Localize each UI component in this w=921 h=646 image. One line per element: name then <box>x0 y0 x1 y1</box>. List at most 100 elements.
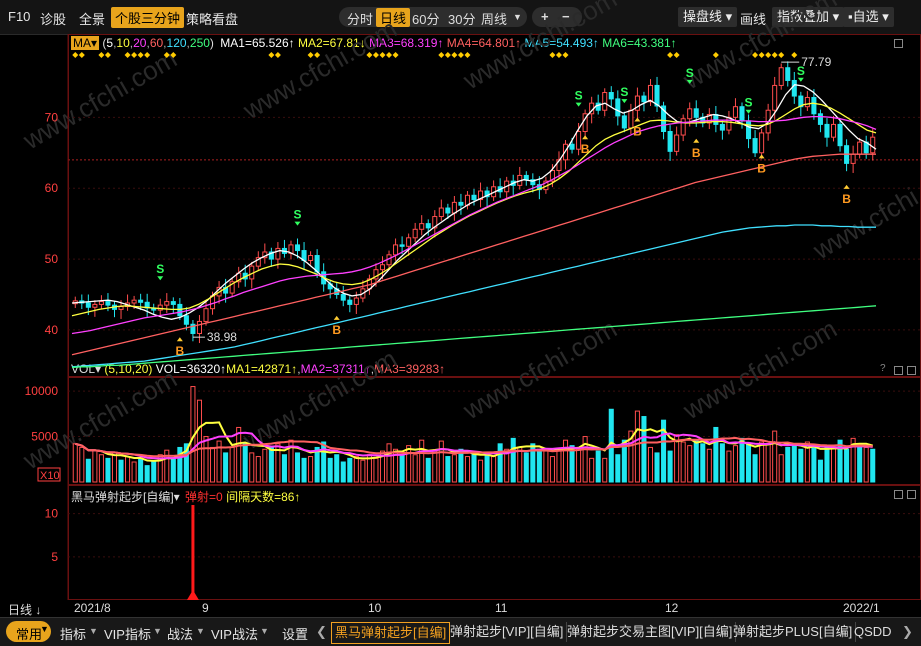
candle-body <box>471 194 477 201</box>
volume-bar <box>144 465 150 483</box>
candle-body <box>654 84 660 107</box>
volume-bar <box>92 449 98 483</box>
sell-arrow-icon <box>157 276 164 281</box>
candle-body <box>693 108 699 118</box>
volume-bar <box>321 441 327 483</box>
signal-diamond <box>274 52 281 58</box>
candle-body <box>294 244 301 252</box>
volume-bar <box>713 426 719 483</box>
candle-body <box>138 299 144 303</box>
date-tick: 2021/8 <box>74 601 111 615</box>
volume-bar <box>719 443 725 483</box>
indicator-menu[interactable]: 指标 <box>60 624 86 643</box>
candle-body <box>674 134 680 152</box>
volume-bar <box>419 439 425 483</box>
volume-bar <box>432 450 438 483</box>
volume-bar <box>406 445 412 483</box>
volume-bar <box>746 443 752 483</box>
candle-body <box>870 136 876 154</box>
chevron-down-icon[interactable]: ▼ <box>153 626 162 636</box>
vip-indicator-menu[interactable]: VIP指标 <box>104 624 151 643</box>
chart-canvas[interactable]: www.cfchi.com www.cfchi.com www.cfchi.com w… <box>0 0 921 617</box>
volume-bar <box>210 446 216 483</box>
volume-bar <box>595 450 601 483</box>
candle-body <box>92 303 98 308</box>
candle-body <box>752 138 758 154</box>
chevron-down-icon[interactable]: ▼ <box>40 624 49 634</box>
volume-bar <box>517 446 523 483</box>
buy-arrow-icon <box>176 337 183 342</box>
sell-arrow-icon <box>575 102 582 107</box>
volume-bar <box>634 410 640 483</box>
tab-qsdd[interactable]: QSDD <box>851 622 895 642</box>
candle-body <box>98 301 104 305</box>
volume-bar <box>72 443 78 483</box>
scroll-right-icon[interactable]: ❯ <box>902 624 913 640</box>
candle-body <box>759 132 765 154</box>
volume-bar <box>308 456 314 483</box>
volume-bar <box>125 456 131 483</box>
volume-bar <box>687 445 693 483</box>
settings-button[interactable]: 设置 <box>282 624 308 643</box>
volume-bar <box>223 452 229 483</box>
volume-bar <box>85 458 91 483</box>
buy-signal-label: B <box>332 323 341 337</box>
candle-body <box>425 223 431 229</box>
watermark-text: www.cfchi.com <box>17 43 182 155</box>
volume-bar <box>471 452 477 483</box>
volume-bar <box>817 459 823 483</box>
candle-body <box>785 67 791 81</box>
chevron-down-icon[interactable]: ▼ <box>89 626 98 636</box>
candle-body <box>850 153 856 164</box>
tab-ejection-vip[interactable]: 弹射起步[VIP][自编] <box>447 622 568 642</box>
candle-body <box>778 67 784 86</box>
volume-bar <box>340 461 346 483</box>
buy-signal-label: B <box>842 192 851 206</box>
ejection-signal-bar <box>191 505 195 600</box>
signal-diamond <box>562 52 569 58</box>
candle-body <box>667 131 673 152</box>
chevron-down-icon[interactable]: ▼ <box>260 626 269 636</box>
vip-tactics-menu[interactable]: VIP战法 <box>211 624 258 643</box>
candle-body <box>687 108 693 120</box>
watermark-text: www.cfchi.com <box>677 0 842 96</box>
volume-bar <box>654 452 660 483</box>
signal-diamond <box>673 52 680 58</box>
signal-diamond <box>549 52 556 58</box>
tactics-menu[interactable]: 战法 <box>167 624 193 643</box>
tab-ejection-plus[interactable]: 弹射起步PLUS[自编] <box>730 622 857 642</box>
volume-bar <box>647 446 654 483</box>
candle-body <box>451 201 457 214</box>
sell-signal-label: S <box>686 66 694 80</box>
chevron-down-icon[interactable]: ▼ <box>196 626 205 636</box>
volume-bar <box>98 454 104 483</box>
candle-body <box>203 308 209 322</box>
candle-body <box>746 120 752 140</box>
vol-unit-label: X10 <box>40 470 60 482</box>
candle-body <box>719 123 725 131</box>
volume-bar <box>138 457 144 483</box>
candle-body <box>445 207 451 214</box>
period-axis-label[interactable]: 日线 ↓ <box>8 601 41 618</box>
bottom-toolbar: 常用 ▼ 指标 ▼ VIP指标 ▼ 战法 ▼ VIP战法 ▼ 设置 ❮ 黑马弹射… <box>0 617 921 646</box>
date-axis: 日线 ↓ 2021/8 9 10 11 12 2022/1 <box>0 600 921 617</box>
buy-arrow-icon <box>634 117 641 122</box>
candle-body <box>340 294 346 301</box>
price-tick-label: 60 <box>45 181 59 195</box>
volume-bar <box>151 461 157 483</box>
common-tab[interactable]: 常用 <box>16 624 42 643</box>
volume-bar <box>464 456 470 483</box>
tab-black-horse[interactable]: 黑马弹射起步[自编] <box>331 622 451 644</box>
volume-bar <box>549 456 555 483</box>
date-tick: 2022/1 <box>843 601 880 615</box>
candle-body <box>275 247 281 260</box>
signal-diamond <box>778 52 785 58</box>
candle-body <box>118 306 124 310</box>
buy-signal-label: B <box>633 125 642 139</box>
period-axis-text: 日线 <box>8 603 33 617</box>
volume-bar <box>739 437 745 483</box>
tab-ejection-main-vip[interactable]: 弹射起步交易主图[VIP][自编] <box>564 622 737 642</box>
scroll-left-icon[interactable]: ❮ <box>316 624 327 640</box>
volume-bar <box>870 448 876 483</box>
vol-tick-label: 10000 <box>25 384 59 398</box>
